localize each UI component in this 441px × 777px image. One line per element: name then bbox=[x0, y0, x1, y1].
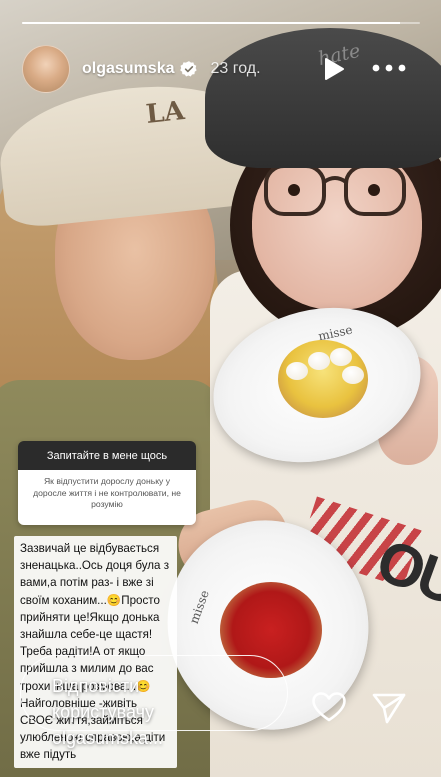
cap-logo: LA bbox=[144, 96, 186, 130]
reply-placeholder: Відповісти користувачу olgasumska... bbox=[52, 676, 164, 748]
story-header: olgasumska 23 год. bbox=[22, 44, 422, 94]
meringue-4 bbox=[342, 366, 364, 384]
question-sticker: Запитайте в мене щось Як відпустити доро… bbox=[18, 441, 196, 525]
send-icon[interactable] bbox=[372, 692, 406, 724]
story-progress-fill bbox=[22, 22, 401, 24]
story-timestamp: 23 год. bbox=[210, 60, 261, 77]
question-sticker-text: Як відпустити дорослу доньку у доросле ж… bbox=[18, 470, 196, 525]
glasses-icon bbox=[264, 164, 406, 216]
play-icon[interactable] bbox=[323, 57, 345, 81]
meringue-2 bbox=[308, 352, 330, 370]
more-dots-icon[interactable] bbox=[372, 64, 406, 72]
story-progress-bar bbox=[22, 22, 420, 24]
meringue-3 bbox=[330, 348, 352, 366]
profile-avatar[interactable] bbox=[22, 45, 70, 93]
username[interactable]: olgasumska bbox=[82, 60, 174, 78]
story-viewer[interactable]: LA OU hate misse misse olgasumska 23 год… bbox=[0, 0, 441, 777]
meringue-1 bbox=[286, 362, 308, 380]
heart-icon[interactable] bbox=[312, 692, 346, 722]
verified-badge-icon bbox=[180, 61, 198, 77]
question-sticker-title: Запитайте в мене щось bbox=[18, 441, 196, 470]
